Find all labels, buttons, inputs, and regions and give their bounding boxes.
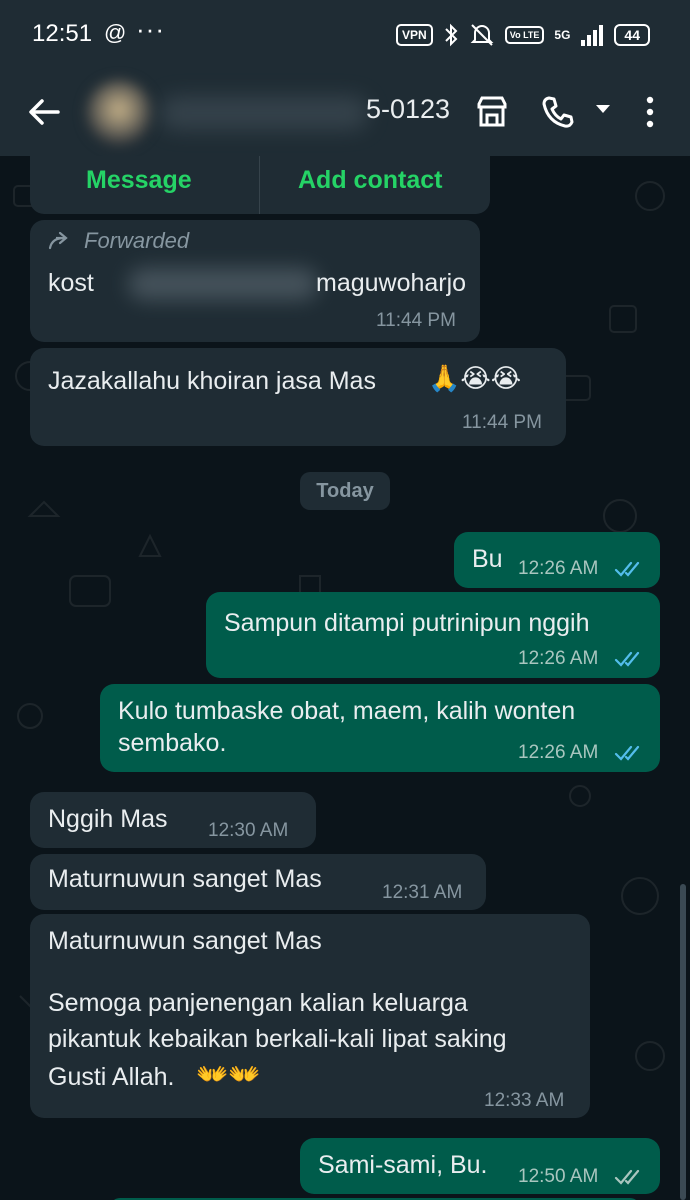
blurred-address — [128, 268, 318, 300]
message-text: Sami-sami, Bu. — [318, 1151, 488, 1179]
emoji-reaction: 🙏😭😭 — [428, 364, 522, 394]
message-time: 12:31 AM — [382, 882, 463, 903]
network-type: 5G — [554, 28, 571, 42]
message-bubble-incoming[interactable]: Forwarded kost maguwoharjo 11:44 PM — [30, 220, 480, 342]
message-time: 12:26 AM — [518, 558, 599, 579]
read-receipt-icon — [614, 651, 640, 667]
status-bar: 12:51 @ ··· VPN Vo LTE 5G 44 — [0, 0, 690, 70]
signal-icon — [581, 25, 604, 46]
status-icons: VPN Vo LTE 5G 44 — [396, 22, 650, 48]
message-button[interactable]: Message — [86, 166, 192, 195]
message-text-line2: Semoga panjenengan kalian keluarga — [48, 989, 468, 1017]
bluetooth-icon — [445, 23, 458, 47]
date-divider: Today — [300, 472, 390, 510]
message-bubble-outgoing[interactable]: Bu 12:26 AM — [454, 532, 660, 588]
chevron-down-icon[interactable] — [594, 102, 612, 116]
vpn-icon: VPN — [396, 24, 433, 46]
message-text: Sampun ditampi putrinipun nggih — [224, 609, 590, 637]
message-bubble-outgoing[interactable]: Sami-sami, Bu. 12:50 AM — [300, 1138, 660, 1194]
read-receipt-icon — [614, 745, 640, 761]
message-time: 12:26 AM — [518, 648, 599, 669]
more-notifications-icon: ··· — [136, 14, 165, 44]
message-text-line4: Gusti Allah. — [48, 1063, 175, 1091]
forward-icon — [48, 231, 68, 250]
contact-name-blurred — [160, 96, 368, 130]
contact-action-bar: Message Add contact — [30, 156, 490, 214]
message-bubble-outgoing[interactable]: Kulo tumbaske obat, maem, kalih wonten s… — [100, 684, 660, 772]
message-text-end: maguwoharjo — [316, 269, 467, 297]
chat-header: 5-0123 — [0, 70, 690, 156]
message-bubble-incoming[interactable]: Maturnuwun sanget Mas Semoga panjenengan… — [30, 914, 590, 1118]
forwarded-label: Forwarded — [84, 228, 190, 253]
threads-icon: @ — [104, 20, 127, 45]
message-time: 12:50 AM — [518, 1166, 599, 1187]
message-time: 12:30 AM — [208, 820, 289, 841]
message-text-line3: pikantuk kebaikan berkali-kali lipat sak… — [48, 1025, 507, 1053]
chat-area: Message Add contact Forwarded kost maguw… — [0, 156, 690, 1200]
back-arrow-icon[interactable] — [24, 92, 64, 132]
phone-icon[interactable] — [540, 94, 576, 130]
message-text-line1: Kulo tumbaske obat, maem, kalih wonten — [118, 697, 576, 725]
message-text-start: kost — [48, 269, 94, 297]
volte-icon: Vo LTE — [504, 26, 545, 44]
delivered-receipt-icon — [614, 1169, 640, 1185]
message-text-line2: sembako. — [118, 729, 227, 757]
message-bubble-incoming[interactable]: Maturnuwun sanget Mas 12:31 AM — [30, 854, 486, 910]
add-contact-button[interactable]: Add contact — [298, 166, 442, 195]
message-bubble-incoming[interactable]: Nggih Mas 12:30 AM — [30, 792, 316, 848]
status-time: 12:51 — [32, 20, 93, 47]
message-bubble-outgoing[interactable]: Sampun ditampi putrinipun nggih 12:26 AM — [206, 592, 660, 678]
contact-name[interactable]: 5-0123 — [366, 94, 450, 125]
emoji-hands: 👐👐 — [196, 1060, 261, 1090]
scrollbar[interactable] — [680, 884, 686, 1200]
read-receipt-icon — [614, 561, 640, 577]
message-time: 12:33 AM — [484, 1090, 565, 1111]
contact-avatar[interactable] — [86, 80, 152, 146]
action-divider — [259, 156, 260, 214]
message-time: 12:26 AM — [518, 742, 599, 763]
more-vert-icon[interactable] — [640, 94, 660, 130]
store-icon[interactable] — [474, 94, 510, 130]
message-text: Jazakallahu khoiran jasa Mas — [48, 367, 376, 395]
message-text: Maturnuwun sanget Mas — [48, 865, 322, 893]
message-text: Bu — [472, 545, 503, 573]
mute-icon — [470, 24, 494, 46]
message-text-line1: Maturnuwun sanget Mas — [48, 927, 322, 955]
battery-level: 44 — [614, 24, 650, 46]
message-time: 11:44 PM — [376, 310, 456, 331]
message-time: 11:44 PM — [462, 412, 542, 433]
message-text: Nggih Mas — [48, 805, 168, 833]
message-bubble-incoming[interactable]: Jazakallahu khoiran jasa Mas 🙏😭😭 11:44 P… — [30, 348, 566, 446]
